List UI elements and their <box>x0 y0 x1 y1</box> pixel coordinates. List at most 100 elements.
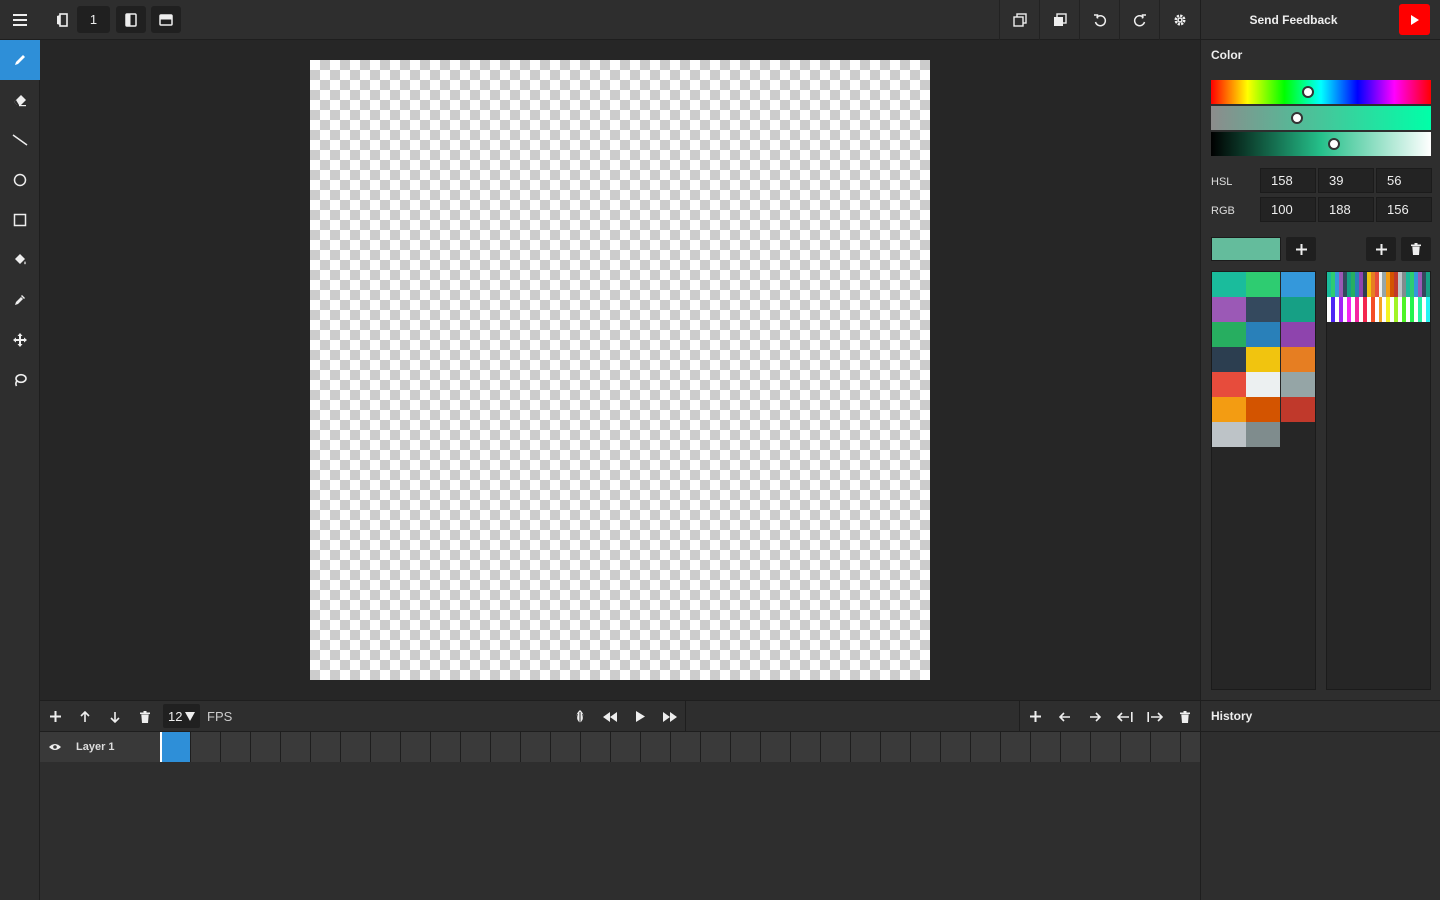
move-tool[interactable] <box>0 320 40 360</box>
next-frame-button[interactable] <box>655 701 685 732</box>
timeline-frame[interactable] <box>880 732 910 762</box>
timeline-frame[interactable] <box>850 732 880 762</box>
color-swatch[interactable] <box>1246 322 1281 347</box>
color-swatch[interactable] <box>1212 422 1246 447</box>
eyedropper-tool[interactable] <box>0 280 40 320</box>
move-frame-left-button[interactable] <box>1050 701 1080 732</box>
timeline-frame[interactable] <box>1060 732 1090 762</box>
layer-down-button[interactable] <box>100 701 130 732</box>
add-frame-button[interactable] <box>1020 701 1050 732</box>
first-frame-button[interactable] <box>1110 701 1140 732</box>
paste-button[interactable] <box>1039 0 1079 40</box>
timeline-frame[interactable] <box>550 732 580 762</box>
timeline-frame[interactable] <box>940 732 970 762</box>
delete-palette-button[interactable] <box>1401 237 1431 261</box>
timeline-frame[interactable] <box>580 732 610 762</box>
timeline-frame[interactable] <box>610 732 640 762</box>
last-frame-button[interactable] <box>1140 701 1170 732</box>
color-swatch[interactable] <box>1280 347 1315 372</box>
timeline-frame[interactable] <box>730 732 760 762</box>
timeline-frame[interactable] <box>1030 732 1060 762</box>
ellipse-tool[interactable] <box>0 160 40 200</box>
saturation-input[interactable]: 39 <box>1318 168 1374 193</box>
timeline-frame[interactable] <box>820 732 850 762</box>
pencil-tool[interactable] <box>0 40 40 80</box>
timeline-frame[interactable] <box>220 732 250 762</box>
timeline-frame[interactable] <box>430 732 460 762</box>
saturation-slider[interactable] <box>1211 106 1431 130</box>
palette-thumbnail[interactable] <box>1327 272 1430 322</box>
previous-frame-button[interactable] <box>595 701 625 732</box>
rectangle-tool[interactable] <box>0 200 40 240</box>
flip-canvas-button[interactable] <box>151 6 181 33</box>
color-swatch[interactable] <box>1212 272 1246 297</box>
color-swatch[interactable] <box>1246 422 1281 447</box>
layer-up-button[interactable] <box>70 701 100 732</box>
color-swatch[interactable] <box>1280 272 1315 297</box>
timeline-frame[interactable] <box>970 732 1000 762</box>
blue-input[interactable]: 156 <box>1376 197 1432 222</box>
lightness-input[interactable]: 56 <box>1376 168 1432 193</box>
color-swatch[interactable] <box>1212 297 1246 322</box>
youtube-button[interactable] <box>1399 4 1430 35</box>
fps-input[interactable]: 12 <box>163 704 200 728</box>
timeline-frame[interactable] <box>760 732 790 762</box>
color-swatch[interactable] <box>1246 272 1281 297</box>
add-swatch-button[interactable] <box>1286 237 1316 261</box>
eraser-tool[interactable] <box>0 80 40 120</box>
delete-frame-button[interactable] <box>1170 701 1200 732</box>
timeline-frame[interactable] <box>790 732 820 762</box>
timeline-frame[interactable] <box>250 732 280 762</box>
timeline-frame[interactable] <box>1090 732 1120 762</box>
lasso-tool[interactable] <box>0 360 40 400</box>
timeline-frame[interactable] <box>370 732 400 762</box>
hue-slider[interactable] <box>1211 80 1431 104</box>
add-palette-button[interactable] <box>1366 237 1396 261</box>
onion-toggle-button[interactable] <box>565 701 595 732</box>
copy-button[interactable] <box>999 0 1039 40</box>
color-swatch[interactable] <box>1212 347 1246 372</box>
layer-visibility-toggle[interactable] <box>40 732 70 762</box>
timeline-frame[interactable] <box>160 732 190 762</box>
timeline-frame[interactable] <box>640 732 670 762</box>
timeline-frame[interactable] <box>700 732 730 762</box>
frame-number-input[interactable]: 1 <box>77 6 110 33</box>
timeline-frame[interactable] <box>490 732 520 762</box>
timeline-frame[interactable] <box>1120 732 1150 762</box>
color-swatch[interactable] <box>1280 297 1315 322</box>
send-feedback-button[interactable]: Send Feedback <box>1201 0 1386 40</box>
timeline-frame[interactable] <box>910 732 940 762</box>
timeline-frame[interactable] <box>1000 732 1030 762</box>
current-color-swatch[interactable] <box>1211 237 1281 261</box>
menu-button[interactable] <box>0 0 40 40</box>
color-swatch[interactable] <box>1246 297 1281 322</box>
timeline-frame[interactable] <box>340 732 370 762</box>
green-input[interactable]: 188 <box>1318 197 1374 222</box>
color-swatch[interactable] <box>1212 397 1246 422</box>
color-swatch[interactable] <box>1212 322 1246 347</box>
undo-button[interactable] <box>1079 0 1119 40</box>
play-button[interactable] <box>625 701 655 732</box>
settings-button[interactable] <box>1159 0 1199 40</box>
add-layer-button[interactable] <box>40 701 70 732</box>
color-swatch[interactable] <box>1246 347 1281 372</box>
color-swatch[interactable] <box>1246 397 1281 422</box>
hue-input[interactable]: 158 <box>1260 168 1316 193</box>
line-tool[interactable] <box>0 120 40 160</box>
timeline-frame[interactable] <box>280 732 310 762</box>
red-input[interactable]: 100 <box>1260 197 1316 222</box>
hue-slider-knob[interactable] <box>1301 86 1314 98</box>
timeline-frame[interactable] <box>1150 732 1180 762</box>
layer-opacity-button[interactable] <box>50 0 74 40</box>
timeline-frame[interactable] <box>670 732 700 762</box>
timeline-frame[interactable] <box>190 732 220 762</box>
delete-layer-button[interactable] <box>130 701 160 732</box>
color-swatch[interactable] <box>1212 372 1246 397</box>
color-swatch[interactable] <box>1280 372 1315 397</box>
move-frame-right-button[interactable] <box>1080 701 1110 732</box>
lightness-slider[interactable] <box>1211 132 1431 156</box>
color-swatch[interactable] <box>1246 372 1281 397</box>
bucket-tool[interactable] <box>0 240 40 280</box>
timeline-frame[interactable] <box>520 732 550 762</box>
saturation-slider-knob[interactable] <box>1290 112 1303 124</box>
